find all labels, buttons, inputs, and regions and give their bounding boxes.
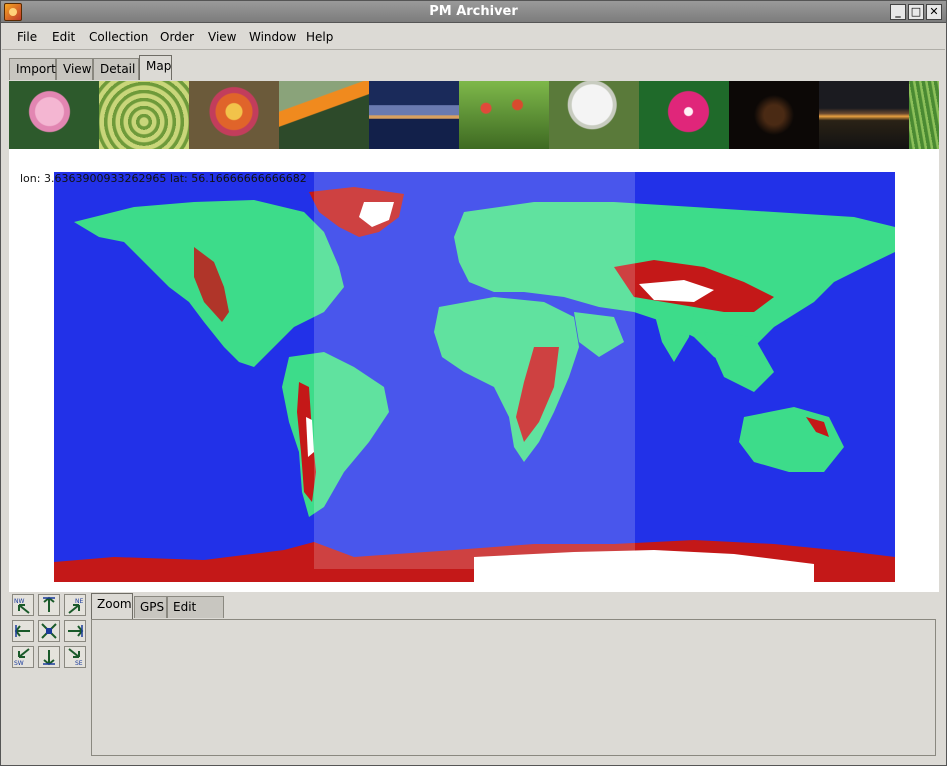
nav-south-button[interactable]: [38, 646, 60, 668]
thumbnail-strip: [9, 81, 939, 149]
menu-view[interactable]: View: [208, 30, 236, 44]
menu-collection[interactable]: Collection: [89, 30, 148, 44]
map-panel: lon: 3.6363900933262965 lat: 56.16666666…: [9, 149, 939, 592]
tab-view[interactable]: View: [56, 58, 93, 80]
nav-nw-button[interactable]: NW: [12, 594, 34, 616]
minimize-button[interactable]: _: [890, 4, 906, 20]
thumbnail-grass[interactable]: [909, 81, 939, 149]
tab-detail[interactable]: Detail: [93, 58, 139, 80]
menu-bar: File Edit Collection Order View Window H…: [2, 24, 945, 50]
thumbnail-canal-dusk[interactable]: [369, 81, 459, 149]
tab-edit-map[interactable]: Edit Map: [167, 596, 224, 634]
nav-north-button[interactable]: [38, 594, 60, 616]
svg-text:NE: NE: [75, 598, 83, 605]
zoom-panel: [91, 619, 936, 756]
nav-se-button[interactable]: SE: [64, 646, 86, 668]
maximize-button[interactable]: □: [908, 4, 924, 20]
nav-center-button[interactable]: [38, 620, 60, 642]
thumbnail-pink-flower[interactable]: [639, 81, 729, 149]
thumbnail-lantana[interactable]: [189, 81, 279, 149]
tab-import[interactable]: Import: [9, 58, 56, 80]
nav-west-button[interactable]: [12, 620, 34, 642]
menu-help[interactable]: Help: [306, 30, 333, 44]
nav-sw-button[interactable]: SW: [12, 646, 34, 668]
current-view-rectangle[interactable]: [314, 149, 635, 569]
svg-text:SE: SE: [75, 660, 83, 667]
bottom-panel: NW NE SW SE Zoom GPS Edit Map: [2, 592, 945, 764]
thumbnail-dark-interior[interactable]: [729, 81, 819, 149]
tab-gps[interactable]: GPS: [134, 596, 167, 618]
nav-east-button[interactable]: [64, 620, 86, 642]
svg-text:SW: SW: [14, 660, 24, 667]
svg-text:NW: NW: [14, 598, 24, 605]
menu-file[interactable]: File: [17, 30, 37, 44]
title-bar: PM Archiver _ □ ✕: [1, 1, 946, 23]
app-window: PM Archiver _ □ ✕ File Edit Collection O…: [0, 0, 947, 766]
thumbnail-water-lily[interactable]: [9, 81, 99, 149]
thumbnail-sunset[interactable]: [819, 81, 909, 149]
thumbnail-red-buds[interactable]: [459, 81, 549, 149]
coordinate-readout: lon: 3.6363900933262965 lat: 56.16666666…: [20, 172, 307, 185]
tab-zoom[interactable]: Zoom: [91, 593, 133, 619]
thumbnail-yellow-buds[interactable]: [99, 81, 189, 149]
thumbnail-dandelion[interactable]: [549, 81, 639, 149]
menu-window[interactable]: Window: [249, 30, 296, 44]
tab-map[interactable]: Map: [139, 55, 172, 80]
thumbnail-bird-of-paradise[interactable]: [279, 81, 369, 149]
menu-order[interactable]: Order: [160, 30, 194, 44]
window-title: PM Archiver: [429, 4, 518, 19]
menu-edit[interactable]: Edit: [52, 30, 75, 44]
close-button[interactable]: ✕: [926, 4, 942, 20]
nav-ne-button[interactable]: NE: [64, 594, 86, 616]
